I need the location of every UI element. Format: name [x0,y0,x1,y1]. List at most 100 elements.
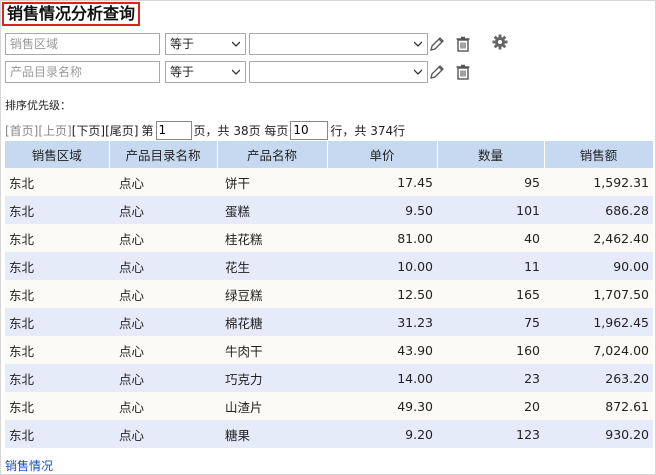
sort-priority-label: 排序优先级： [5,99,71,112]
table-row: 东北 点心 糖果 9.20 123 930.20 [5,420,653,448]
cell-product: 牛肉干 [217,336,327,364]
cell-amount: 1,592.31 [544,168,653,196]
cell-category: 点心 [109,224,217,252]
cell-price: 9.50 [327,196,437,224]
cell-region: 东北 [5,364,109,392]
column-header-amount[interactable]: 销售额 [544,141,654,168]
last-page-link[interactable]: [尾页] [105,122,138,139]
page-prefix: 第 [141,123,154,138]
cell-product: 巧克力 [217,364,327,392]
cell-amount: 2,462.40 [544,224,653,252]
region-field-input[interactable] [5,33,160,55]
table-row: 东北 点心 蛋糕 9.50 101 686.28 [5,196,653,224]
cell-product: 饼干 [217,168,327,196]
column-header-price[interactable]: 单价 [327,141,438,168]
cell-amount: 1,962.45 [544,308,653,336]
cell-price: 14.00 [327,364,437,392]
cell-quantity: 160 [437,336,544,364]
trash-icon[interactable] [454,63,472,81]
cell-price: 10.00 [327,252,437,280]
next-page-link[interactable]: [下页] [72,122,105,139]
page-suffix: 页，共 38页 每页 [193,123,289,138]
cell-category: 点心 [109,196,217,224]
chevron-down-icon [414,69,422,75]
cell-region: 东北 [5,420,109,448]
cell-quantity: 11 [437,252,544,280]
table-row: 东北 点心 桂花糕 81.00 40 2,462.40 [5,224,653,252]
chevron-down-icon [414,41,422,47]
region-value-select[interactable] [249,33,428,55]
column-header-product[interactable]: 产品名称 [217,141,328,168]
cell-region: 东北 [5,252,109,280]
region-operator-value: 等于 [170,37,195,51]
cell-price: 81.00 [327,224,437,252]
cell-region: 东北 [5,280,109,308]
region-operator-select[interactable]: 等于 [165,33,246,55]
pencil-icon[interactable] [428,35,446,53]
cell-region: 东北 [5,308,109,336]
cell-quantity: 20 [437,392,544,420]
cell-amount: 90.00 [544,252,653,280]
column-header-region[interactable]: 销售区域 [5,141,110,168]
cell-amount: 686.28 [544,196,653,224]
chevron-down-icon [232,41,240,47]
prev-page-link[interactable]: [上页] [38,122,71,139]
cell-price: 43.90 [327,336,437,364]
first-page-link[interactable]: [首页] [5,122,38,139]
table-row: 东北 点心 棉花糖 31.23 75 1,962.45 [5,308,653,336]
cell-category: 点心 [109,420,217,448]
cell-quantity: 95 [437,168,544,196]
cell-product: 糖果 [217,420,327,448]
page-number-input[interactable] [155,120,192,140]
cell-product: 绿豆糕 [217,280,327,308]
page-size-input[interactable] [290,120,329,140]
cell-category: 点心 [109,308,217,336]
cell-category: 点心 [109,280,217,308]
cell-product: 山渣片 [217,392,327,420]
cell-product: 花生 [217,252,327,280]
cell-price: 31.23 [327,308,437,336]
category-operator-select[interactable]: 等于 [165,61,246,83]
cell-price: 17.45 [327,168,437,196]
cell-product: 蛋糕 [217,196,327,224]
column-header-category[interactable]: 产品目录名称 [109,141,218,168]
trash-icon[interactable] [454,35,472,53]
cell-category: 点心 [109,168,217,196]
pager: [首页] [上页] [下页] [尾页] 第 页，共 38页 每页 行，共 374… [5,120,405,140]
cell-product: 桂花糕 [217,224,327,252]
cell-price: 12.50 [327,280,437,308]
cell-amount: 930.20 [544,420,653,448]
cell-region: 东北 [5,196,109,224]
cell-amount: 263.20 [544,364,653,392]
cell-quantity: 23 [437,364,544,392]
cell-region: 东北 [5,392,109,420]
table-header-row: 销售区域 产品目录名称 产品名称 单价 数量 销售额 [5,141,654,168]
category-field-input[interactable] [5,61,160,83]
table-row: 东北 点心 饼干 17.45 95 1,592.31 [5,168,653,196]
cell-quantity: 101 [437,196,544,224]
cell-category: 点心 [109,336,217,364]
cell-category: 点心 [109,252,217,280]
rows-suffix: 行，共 374行 [330,123,406,138]
sales-table: 销售区域 产品目录名称 产品名称 单价 数量 销售额 东北 点心 饼干 17.4… [5,141,654,448]
table-row: 东北 点心 巧克力 14.00 23 263.20 [5,364,653,392]
cell-region: 东北 [5,336,109,364]
pencil-icon[interactable] [428,63,446,81]
gear-icon[interactable] [491,33,509,51]
table-row: 东北 点心 花生 10.00 11 90.00 [5,252,653,280]
category-value-select[interactable] [249,61,428,83]
column-header-quantity[interactable]: 数量 [437,141,545,168]
cell-quantity: 165 [437,280,544,308]
cell-quantity: 75 [437,308,544,336]
cell-region: 东北 [5,224,109,252]
sales-report-link[interactable]: 销售情况 [5,457,53,474]
cell-price: 49.30 [327,392,437,420]
cell-product: 棉花糖 [217,308,327,336]
cell-amount: 1,707.50 [544,280,653,308]
page-title: 销售情况分析查询 [2,2,141,26]
chevron-down-icon [232,69,240,75]
cell-category: 点心 [109,364,217,392]
cell-price: 9.20 [327,420,437,448]
cell-quantity: 40 [437,224,544,252]
table-row: 东北 点心 牛肉干 43.90 160 7,024.00 [5,336,653,364]
